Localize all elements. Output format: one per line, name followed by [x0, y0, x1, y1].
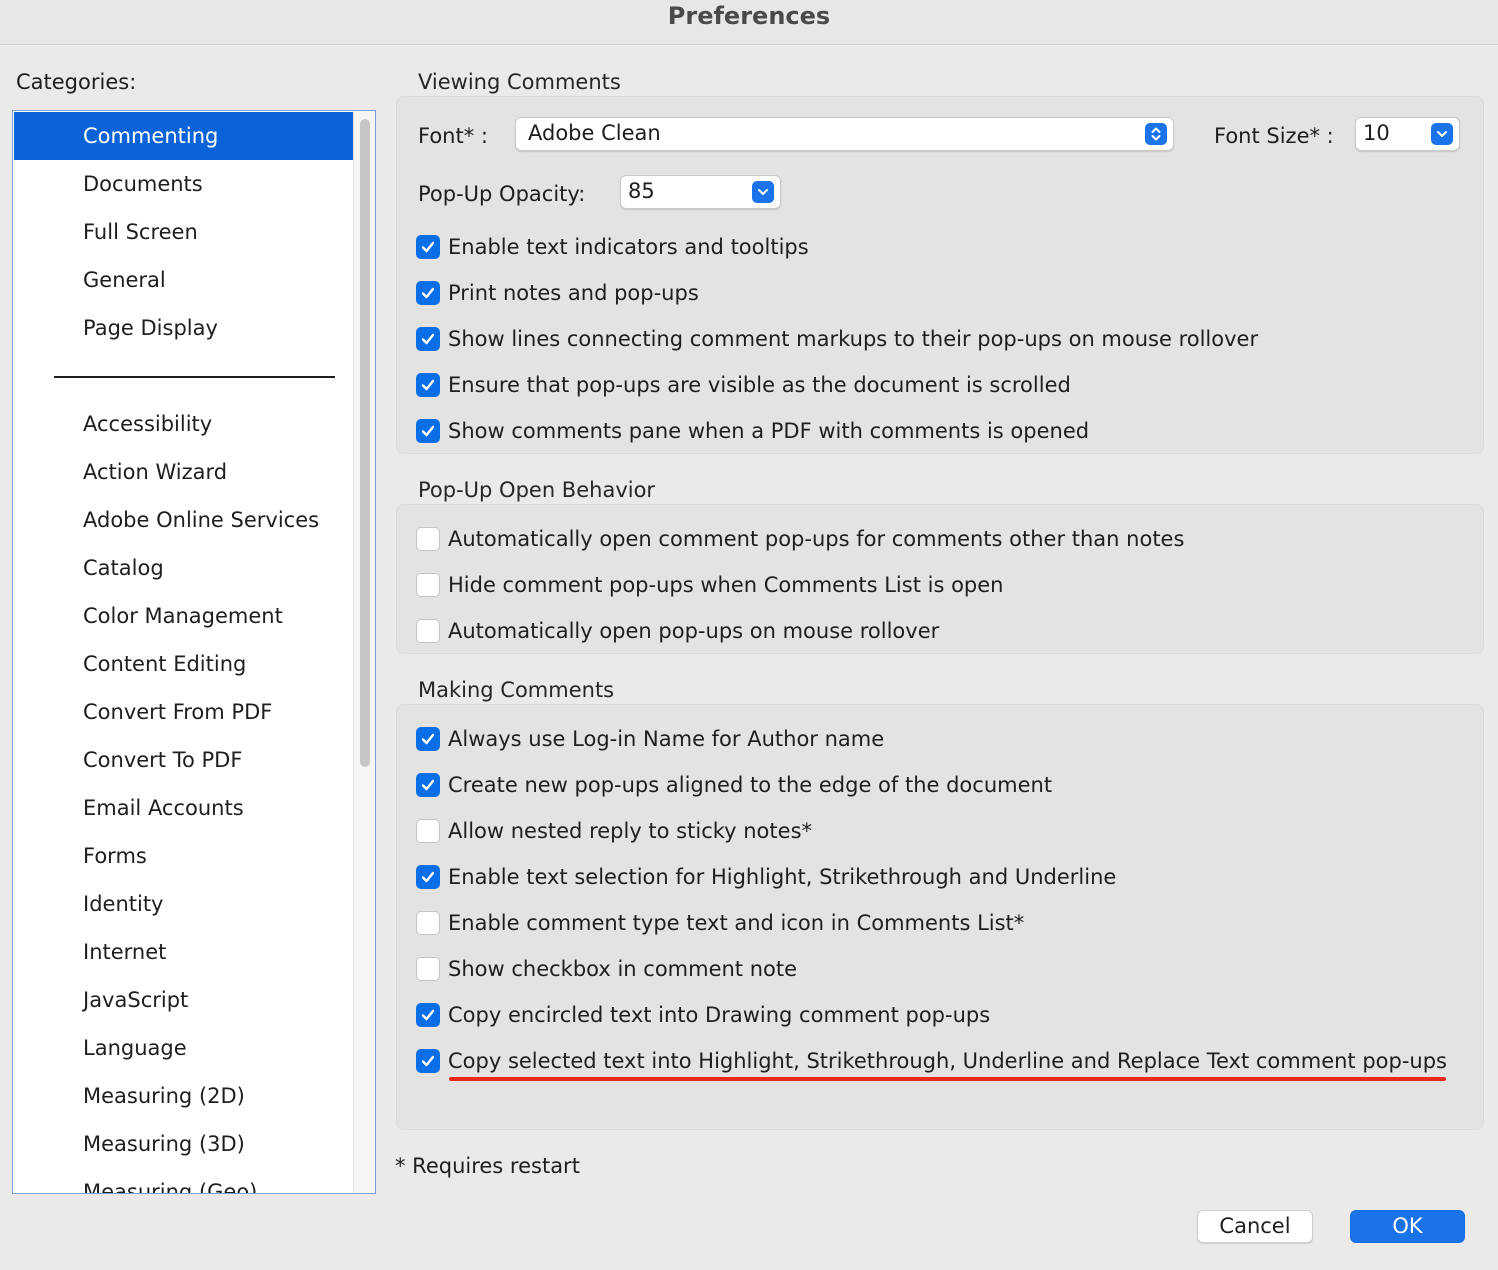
category-item-convert-to-pdf[interactable]: Convert To PDF — [14, 736, 353, 784]
category-divider — [54, 376, 335, 378]
category-item-documents[interactable]: Documents — [14, 160, 353, 208]
category-item-forms[interactable]: Forms — [14, 832, 353, 880]
option-label: Automatically open comment pop-ups for c… — [448, 527, 1185, 551]
option-label: Always use Log-in Name for Author name — [448, 727, 885, 751]
category-item-catalog[interactable]: Catalog — [14, 544, 353, 592]
option-label: Enable text indicators and tooltips — [448, 235, 809, 259]
checkbox-open-on-rollover[interactable] — [416, 619, 440, 643]
checkbox-copy-selected-text[interactable] — [416, 1049, 440, 1073]
checkbox-align-popups-edge[interactable] — [416, 773, 440, 797]
option-label: Create new pop-ups aligned to the edge o… — [448, 773, 1053, 797]
checkbox-show-comments-pane[interactable] — [416, 419, 440, 443]
option-label: Copy selected text into Highlight, Strik… — [448, 1049, 1447, 1073]
font-label: Font* : — [418, 124, 488, 148]
chevron-down-icon — [1431, 123, 1453, 145]
checkmark-icon — [421, 333, 435, 345]
category-item-javascript[interactable]: JavaScript — [14, 976, 353, 1024]
category-item-page-display[interactable]: Page Display — [14, 304, 353, 352]
popup-opacity-select[interactable]: 85 — [620, 175, 781, 209]
checkmark-icon — [421, 871, 435, 883]
categories-list[interactable]: Commenting Documents Full Screen General… — [12, 110, 376, 1194]
option-label: Ensure that pop-ups are visible as the d… — [448, 373, 1071, 397]
option-label: Enable comment type text and icon in Com… — [448, 911, 1025, 935]
checkbox-print-notes[interactable] — [416, 281, 440, 305]
checkbox-auto-open-popups[interactable] — [416, 527, 440, 551]
checkbox-nested-reply[interactable] — [416, 819, 440, 843]
font-select[interactable]: Adobe Clean — [515, 117, 1174, 151]
category-item-identity[interactable]: Identity — [14, 880, 353, 928]
category-item-adobe-online-services[interactable]: Adobe Online Services — [14, 496, 353, 544]
making-comments-heading: Making Comments — [418, 678, 615, 702]
option-label: Print notes and pop-ups — [448, 281, 699, 305]
category-item-commenting[interactable]: Commenting — [14, 112, 353, 160]
cancel-button[interactable]: Cancel — [1197, 1210, 1313, 1243]
font-select-value: Adobe Clean — [528, 121, 661, 145]
option-label: Show lines connecting comment markups to… — [448, 327, 1259, 351]
category-item-measuring-3d[interactable]: Measuring (3D) — [14, 1120, 353, 1168]
option-label: Show comments pane when a PDF with comme… — [448, 419, 1090, 443]
category-item-content-editing[interactable]: Content Editing — [14, 640, 353, 688]
option-label: Automatically open pop-ups on mouse roll… — [448, 619, 940, 643]
checkbox-text-selection[interactable] — [416, 865, 440, 889]
category-item-measuring-2d[interactable]: Measuring (2D) — [14, 1072, 353, 1120]
checkmark-icon — [421, 425, 435, 437]
checkbox-show-checkbox-note[interactable] — [416, 957, 440, 981]
category-item-accessibility[interactable]: Accessibility — [14, 400, 353, 448]
category-item-color-management[interactable]: Color Management — [14, 592, 353, 640]
checkbox-enable-text-indicators[interactable] — [416, 235, 440, 259]
option-label: Hide comment pop-ups when Comments List … — [448, 573, 1004, 597]
category-item-measuring-geo[interactable]: Measuring (Geo) — [14, 1168, 353, 1193]
checkmark-icon — [421, 733, 435, 745]
checkmark-icon — [421, 1055, 435, 1067]
categories-scrollbar[interactable] — [353, 111, 375, 1193]
font-size-label: Font Size* : — [1214, 124, 1334, 148]
checkbox-copy-encircled-text[interactable] — [416, 1003, 440, 1027]
red-annotation-underline — [449, 1077, 1446, 1081]
popup-behavior-heading: Pop-Up Open Behavior — [418, 478, 656, 502]
checkmark-icon — [421, 1009, 435, 1021]
checkmark-icon — [421, 241, 435, 253]
chevron-down-icon — [752, 181, 774, 203]
category-item-action-wizard[interactable]: Action Wizard — [14, 448, 353, 496]
window-title: Preferences — [667, 2, 831, 30]
checkmark-icon — [421, 779, 435, 791]
checkbox-comment-type-icon[interactable] — [416, 911, 440, 935]
category-item-convert-from-pdf[interactable]: Convert From PDF — [14, 688, 353, 736]
title-bar: Preferences — [0, 0, 1498, 45]
category-item-language[interactable]: Language — [14, 1024, 353, 1072]
requires-restart-note: * Requires restart — [395, 1154, 580, 1178]
ok-button[interactable]: OK — [1350, 1210, 1465, 1243]
popup-opacity-value: 85 — [628, 179, 655, 203]
categories-label: Categories: — [16, 70, 137, 94]
option-label: Enable text selection for Highlight, Str… — [448, 865, 1117, 889]
viewing-comments-heading: Viewing Comments — [418, 70, 621, 94]
category-item-email-accounts[interactable]: Email Accounts — [14, 784, 353, 832]
checkmark-icon — [421, 379, 435, 391]
option-label: Allow nested reply to sticky notes* — [448, 819, 813, 843]
font-size-select[interactable]: 10 — [1355, 117, 1460, 151]
popup-opacity-label: Pop-Up Opacity: — [418, 182, 586, 206]
font-size-value: 10 — [1363, 121, 1390, 145]
option-label: Show checkbox in comment note — [448, 957, 798, 981]
checkbox-hide-popups-list-open[interactable] — [416, 573, 440, 597]
option-label: Copy encircled text into Drawing comment… — [448, 1003, 991, 1027]
checkbox-show-lines[interactable] — [416, 327, 440, 351]
checkbox-ensure-popups-visible[interactable] — [416, 373, 440, 397]
checkmark-icon — [421, 287, 435, 299]
category-item-full-screen[interactable]: Full Screen — [14, 208, 353, 256]
category-item-internet[interactable]: Internet — [14, 928, 353, 976]
checkbox-login-name-author[interactable] — [416, 727, 440, 751]
category-item-general[interactable]: General — [14, 256, 353, 304]
up-down-arrows-icon — [1145, 123, 1167, 145]
scrollbar-thumb[interactable] — [360, 119, 370, 767]
